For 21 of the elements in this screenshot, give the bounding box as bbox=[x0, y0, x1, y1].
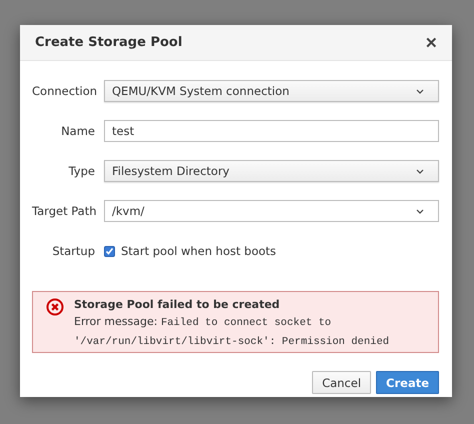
caret-icon bbox=[416, 88, 424, 94]
create-button[interactable]: Create bbox=[376, 371, 439, 394]
caret-icon bbox=[416, 168, 424, 174]
field-label: Type bbox=[68, 164, 95, 178]
alert-title: Storage Pool failed to be created bbox=[74, 297, 281, 313]
field-label: Target Path bbox=[32, 204, 95, 218]
field-label: Startup bbox=[51, 244, 95, 258]
select-field[interactable]: QEMU/KVM System connection bbox=[104, 80, 439, 102]
field-label: Name bbox=[60, 124, 95, 138]
checkbox[interactable] bbox=[104, 246, 115, 256]
input-field[interactable]: test bbox=[104, 120, 439, 142]
select-field[interactable]: Filesystem Directory bbox=[104, 160, 439, 182]
field-label: Connection bbox=[32, 84, 95, 98]
cancel-button[interactable]: Cancel bbox=[312, 371, 372, 394]
error-icon bbox=[46, 298, 64, 316]
close-button[interactable]: ✕ bbox=[425, 34, 438, 52]
caret-icon bbox=[416, 208, 424, 214]
combo-field[interactable]: /kvm/ bbox=[104, 200, 439, 222]
dialog-title: Create Storage Pool bbox=[35, 35, 182, 50]
checkbox-label: Start pool when host boots bbox=[121, 244, 276, 258]
error-message: Error message: Failed to connect socket to '/var/run/libvirt/libvirt-sock': Permission denied bbox=[74, 314, 390, 350]
